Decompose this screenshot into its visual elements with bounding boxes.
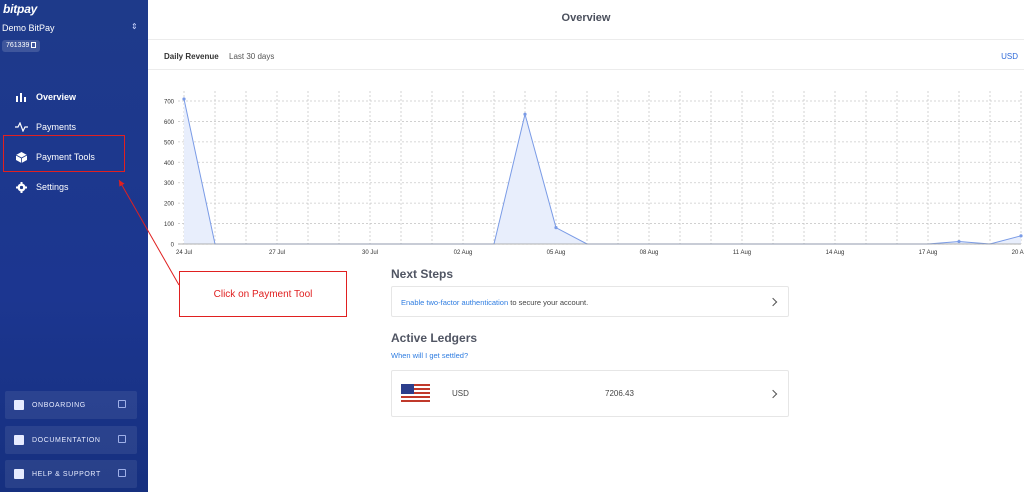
- payment-tools-highlight: [3, 135, 125, 172]
- help-support-label: HELP & SUPPORT: [32, 470, 101, 478]
- organization-name[interactable]: Demo BitPay: [2, 23, 55, 33]
- data-point: [957, 239, 961, 244]
- series-line: [183, 98, 1022, 245]
- data-point: [182, 97, 186, 101]
- ledger-currency: USD: [452, 389, 469, 398]
- sidebar-item-overview[interactable]: Overview: [0, 82, 148, 112]
- x-tick-label: 05 Aug: [547, 250, 566, 256]
- x-tick-label: 30 Jul: [362, 250, 378, 256]
- annotation-callout: Click on Payment Tool: [179, 271, 347, 317]
- x-tick-label: 11 Aug: [733, 250, 751, 256]
- chevron-right-icon[interactable]: [768, 297, 778, 307]
- daily-revenue-label: Daily Revenue: [164, 52, 219, 61]
- y-tick-label: 200: [164, 202, 175, 208]
- x-tick-label: 27 Jul: [269, 250, 285, 256]
- org-id-text: 761339: [6, 42, 30, 49]
- x-tick-label: 08 Aug: [640, 250, 659, 256]
- clipboard-icon: [14, 400, 24, 410]
- sidebar-item-settings[interactable]: Settings: [0, 172, 148, 202]
- data-point: [523, 112, 527, 116]
- bitpay-logo[interactable]: bitpay: [3, 2, 37, 16]
- currency-selector[interactable]: USD: [1001, 52, 1018, 61]
- pulse-icon: [14, 121, 28, 133]
- external-link-icon: [118, 469, 126, 477]
- y-tick-label: 0: [171, 243, 175, 249]
- sidebar-item-label: Settings: [36, 182, 69, 192]
- chevron-right-icon[interactable]: [768, 389, 778, 399]
- data-point: [1019, 234, 1023, 238]
- help-support-button[interactable]: HELP & SUPPORT: [5, 460, 137, 488]
- divider: [148, 69, 1024, 70]
- y-tick-label: 100: [164, 222, 175, 228]
- us-flag-icon: [401, 384, 430, 404]
- page-title: Overview: [561, 12, 611, 24]
- documentation-label: DOCUMENTATION: [32, 436, 101, 444]
- external-link-icon: [118, 400, 126, 408]
- y-tick-label: 500: [164, 140, 175, 146]
- settlement-info-link[interactable]: When will I get settled?: [391, 351, 468, 360]
- y-tick-label: 600: [164, 120, 175, 126]
- gear-icon: [14, 181, 28, 193]
- daily-revenue-chart: 0 100 200 300 400 500 600 700 24 Jul 27 Jul 30 Jul…: [164, 91, 1024, 256]
- ledger-amount: 7206.43: [605, 389, 634, 398]
- onboarding-label: ONBOARDING: [32, 401, 86, 409]
- two-factor-card[interactable]: Enable two-factor authentication to secu…: [391, 286, 789, 317]
- onboarding-button[interactable]: ONBOARDING: [5, 391, 137, 419]
- main-content: Overview Daily Revenue Last 30 days USD …: [148, 0, 1024, 492]
- next-steps-title: Next Steps: [391, 267, 454, 281]
- two-factor-rest: to secure your account.: [508, 298, 589, 307]
- revenue-range-label[interactable]: Last 30 days: [229, 52, 274, 61]
- x-tick-label: 17 Aug: [919, 250, 938, 256]
- ledger-row-usd[interactable]: USD 7206.43: [391, 370, 789, 417]
- x-tick-label: 24 Jul: [176, 250, 192, 256]
- sidebar: bitpay Demo BitPay ⇕ 761339 Overview Pay…: [0, 0, 148, 492]
- document-icon: [14, 435, 24, 445]
- x-tick-label: 20 Aug: [1012, 250, 1024, 256]
- series-area: [184, 98, 1021, 244]
- briefcase-icon: [14, 469, 24, 479]
- divider: [148, 39, 1024, 40]
- organization-id-badge[interactable]: 761339: [2, 40, 41, 52]
- bar-chart-icon: [14, 91, 28, 103]
- y-tick-label: 700: [164, 100, 175, 106]
- copy-icon[interactable]: [31, 42, 37, 48]
- data-point: [554, 226, 558, 230]
- org-switcher-caret-icon[interactable]: ⇕: [131, 22, 138, 31]
- sidebar-item-label: Overview: [36, 92, 77, 102]
- x-tick-label: 14 Aug: [826, 250, 845, 256]
- documentation-button[interactable]: DOCUMENTATION: [5, 426, 137, 454]
- external-link-icon: [118, 435, 126, 443]
- two-factor-link[interactable]: Enable two-factor authentication: [401, 298, 508, 307]
- sidebar-item-label: Payments: [36, 122, 77, 132]
- active-ledgers-title: Active Ledgers: [391, 331, 478, 345]
- x-tick-label: 02 Aug: [454, 250, 473, 256]
- y-tick-label: 300: [164, 181, 175, 187]
- y-tick-label: 400: [164, 161, 175, 167]
- two-factor-text: Enable two-factor authentication to secu…: [401, 298, 588, 307]
